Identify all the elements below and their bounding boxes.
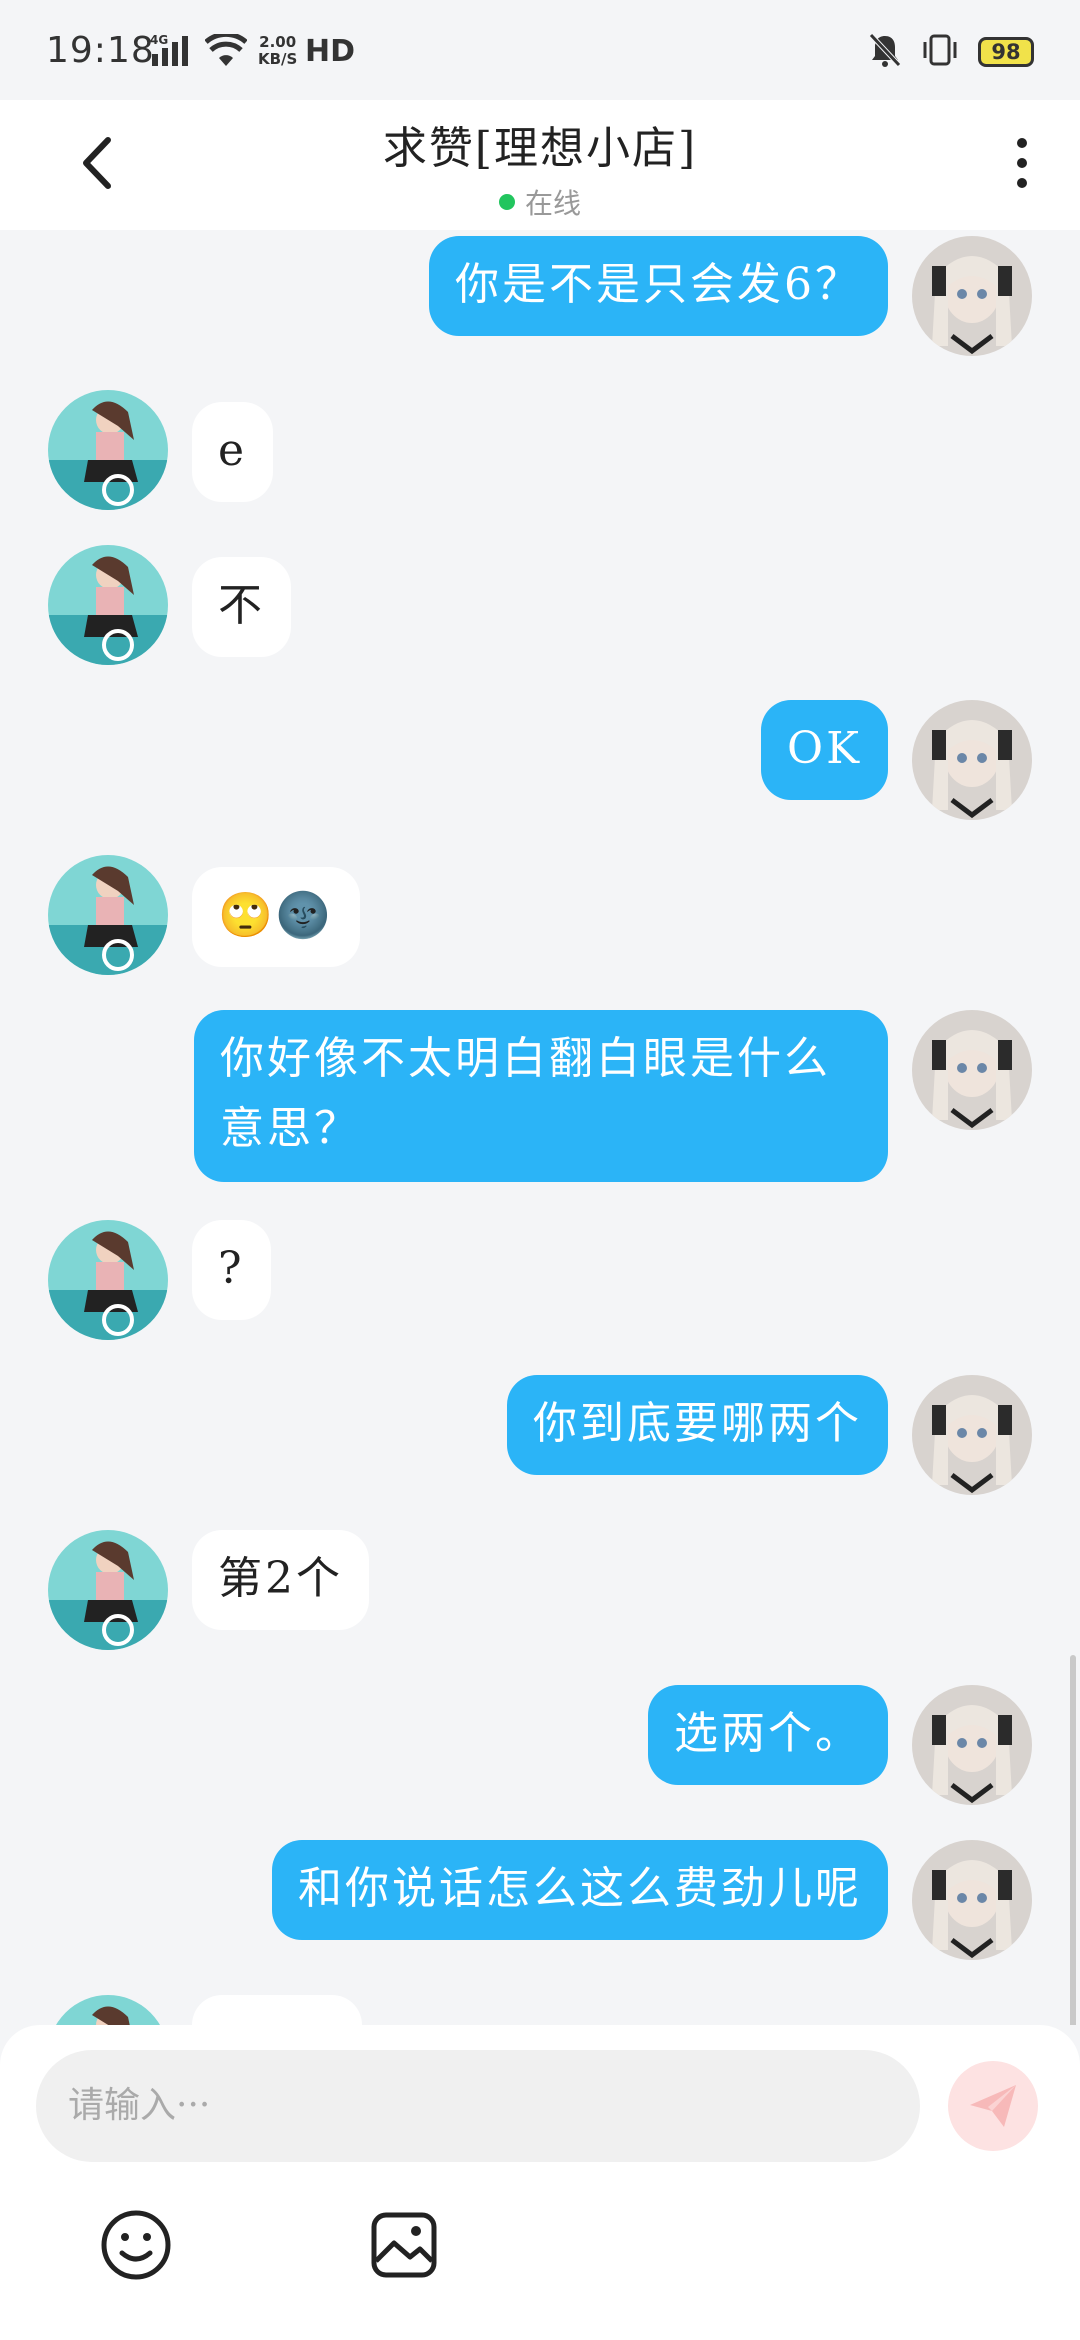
signal-icon: 4G [150,32,194,72]
my-message-bubble[interactable]: 和你说话怎么这么费劲儿呢 [272,1840,888,1940]
contact-avatar[interactable] [48,1530,168,1650]
contact-avatar[interactable] [48,390,168,510]
network-speed: 2.00 KB/S [258,33,298,68]
message-list[interactable]: 你是不是只会发6？ e 不 OK 🙄🌚 你好像不太明白翻白眼是什么意思？ ? 你… [0,230,1080,2025]
message-input[interactable]: 请输入··· [36,2050,920,2162]
contact-avatar[interactable] [48,855,168,975]
contact-avatar[interactable] [48,545,168,665]
scrollbar[interactable] [1070,1655,1076,2025]
contact-message-bubble[interactable] [192,1995,362,2025]
my-message-bubble[interactable]: 你好像不太明白翻白眼是什么意思？ [194,1010,888,1182]
emoji-button[interactable] [96,2205,176,2285]
more-options-button[interactable] [1002,128,1042,198]
my-avatar[interactable] [912,236,1032,356]
my-message-bubble[interactable]: OK [761,700,888,800]
my-message-bubble[interactable]: 你到底要哪两个 [507,1375,888,1475]
online-dot [498,194,515,210]
contact-avatar[interactable] [48,1995,168,2025]
send-button[interactable] [948,2061,1038,2151]
my-avatar[interactable] [912,1685,1032,1805]
contact-message-bubble[interactable]: 不 [192,557,291,657]
my-message-bubble[interactable]: 选两个。 [648,1685,888,1785]
my-avatar[interactable] [912,1010,1032,1130]
image-button[interactable] [364,2205,444,2285]
wifi-icon [204,31,248,72]
contact-message-bubble[interactable]: ? [192,1220,271,1320]
my-avatar[interactable] [912,1375,1032,1495]
contact-message-bubble[interactable]: 🙄🌚 [192,867,360,967]
chat-header: 求赞[理想小店] 在线 [0,100,1080,230]
vibrate-icon [920,33,960,71]
emoji-icon [101,2210,171,2280]
hd-indicator: HD [305,34,356,69]
status-time: 19:18 [46,30,155,71]
my-avatar[interactable] [912,1840,1032,1960]
svg-text:4G: 4G [150,33,168,47]
status-bar: 19:18 4G 2.00 KB/S HD 98 [0,0,1080,100]
battery-indicator: 98 [978,37,1034,67]
send-icon [970,2085,1016,2127]
my-avatar[interactable] [912,700,1032,820]
my-message-bubble[interactable]: 你是不是只会发6？ [429,236,888,336]
contact-message-bubble[interactable]: 第2个 [192,1530,369,1630]
online-status: 在线 [0,182,1080,222]
image-icon [371,2212,437,2278]
more-icon [1017,138,1027,148]
online-status-label: 在线 [524,187,581,220]
contact-message-bubble[interactable]: e [192,402,274,502]
contact-avatar[interactable] [48,1220,168,1340]
mute-icon [868,32,902,72]
chat-title: 求赞[理想小店] [382,123,698,174]
input-panel: 请输入··· [0,2025,1080,2340]
